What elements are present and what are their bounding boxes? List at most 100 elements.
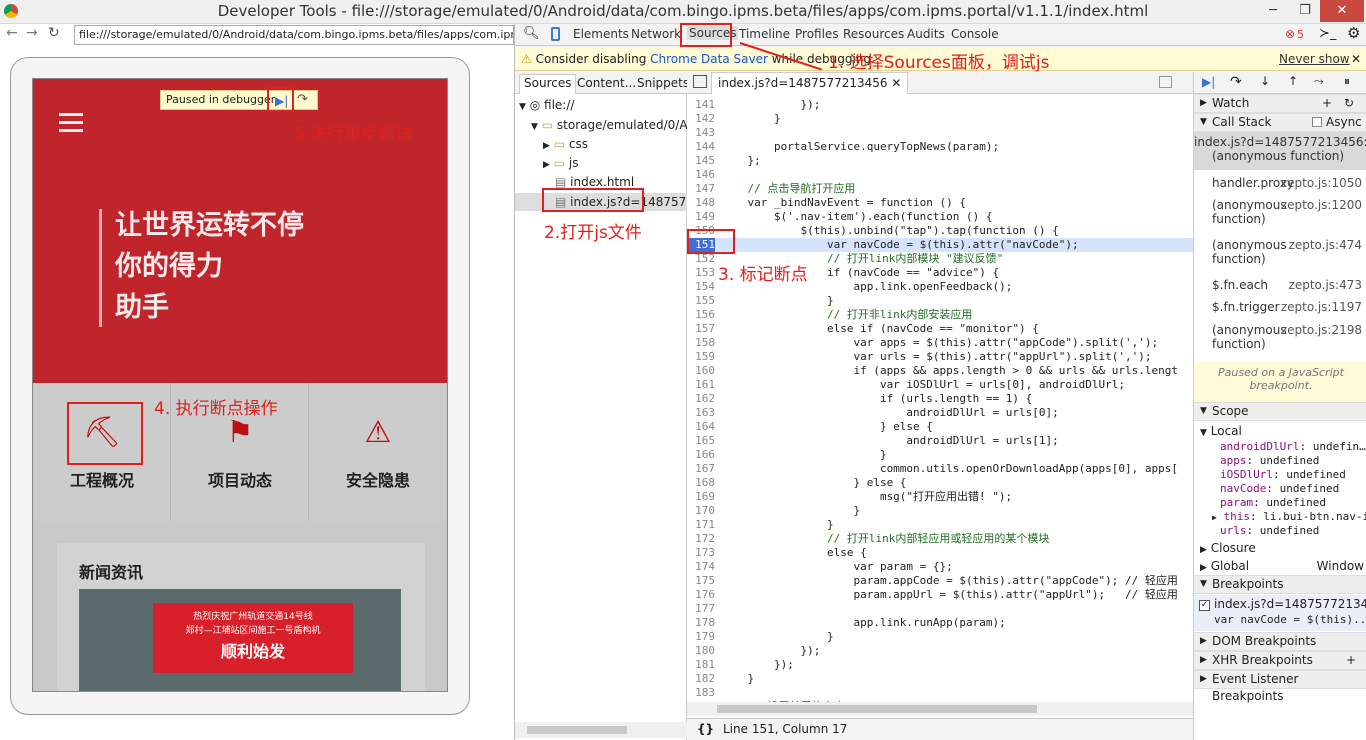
step-out-icon[interactable]: ↑ (1288, 74, 1298, 88)
code-hscrollbar[interactable] (687, 702, 1193, 716)
line-number[interactable]: 178 (687, 616, 715, 630)
code-line-breakpoint[interactable]: 151 var navCode = $(this).attr("navCode"… (687, 238, 1193, 252)
call-stack-section[interactable]: ▼ Call Stack Async (1194, 113, 1366, 132)
tab-elements[interactable]: Elements (573, 27, 629, 41)
line-number[interactable]: 175 (687, 574, 715, 588)
code-line[interactable]: 167 common.utils.openOrDownloadApp(apps[… (687, 462, 1193, 476)
line-number[interactable]: 147 (687, 182, 715, 196)
line-number[interactable]: 158 (687, 336, 715, 350)
code-line[interactable]: 169 msg("打开应用出错! "); (687, 490, 1193, 504)
breakpoint-checkbox[interactable]: ✓ (1199, 600, 1210, 611)
maximize-button[interactable]: ❐ (1288, 0, 1322, 22)
code-line[interactable]: 147 // 点击导航打开应用 (687, 182, 1193, 196)
line-number[interactable]: 145 (687, 154, 715, 168)
line-number[interactable]: 155 (687, 294, 715, 308)
breakpoint-item[interactable]: ✓ index.js?d=1487577213456... var navCod… (1194, 595, 1366, 631)
code-line[interactable]: 183 (687, 686, 1193, 700)
event-listener-breakpoints-section[interactable]: ▶ Event Listener Breakpoints (1194, 670, 1366, 703)
xhr-breakpoints-section[interactable]: ▶ XHR Breakpoints + (1194, 651, 1366, 670)
line-number[interactable]: 166 (687, 448, 715, 462)
never-show-link[interactable]: Never show (1279, 47, 1350, 71)
dom-breakpoints-section[interactable]: ▶ DOM Breakpoints (1194, 632, 1366, 651)
breakpoints-section[interactable]: ▼ Breakpoints (1194, 575, 1366, 594)
line-number[interactable]: 167 (687, 462, 715, 476)
toggle-debugger-icon[interactable] (1159, 76, 1172, 88)
line-number[interactable]: 177 (687, 602, 715, 616)
code-line[interactable]: 178 app.link.runApp(param); (687, 616, 1193, 630)
scope-var[interactable]: navCode: undefined (1220, 482, 1339, 495)
tree-file-html[interactable]: ▤ index.html (555, 175, 634, 189)
scope-section[interactable]: ▼ Scope (1194, 402, 1366, 421)
code-area[interactable]: 141 }); 142 } 143 144 portalService.queryTo… (687, 94, 1193, 712)
step-over-icon[interactable]: ↷ (297, 91, 308, 109)
code-line[interactable]: 179 } (687, 630, 1193, 644)
scope-var[interactable]: androidDlUrl: undefin… (1220, 440, 1366, 453)
search-icon[interactable]: 🔍︎ (523, 26, 540, 41)
console-drawer-icon[interactable]: ≻_ (1319, 26, 1336, 41)
line-number[interactable]: 154 (687, 280, 715, 294)
code-line[interactable]: 146 (687, 168, 1193, 182)
code-line[interactable]: 155 } (687, 294, 1193, 308)
line-number[interactable]: 161 (687, 378, 715, 392)
code-line[interactable]: 171 } (687, 518, 1193, 532)
close-button[interactable]: ✕ (1320, 0, 1364, 22)
line-number[interactable]: 173 (687, 546, 715, 560)
minimize-button[interactable]: ─ (1256, 0, 1290, 22)
line-number[interactable]: 183 (687, 686, 715, 700)
toggle-navigator-icon[interactable] (693, 75, 707, 88)
line-number[interactable]: 159 (687, 350, 715, 364)
line-number[interactable]: 149 (687, 210, 715, 224)
line-number[interactable]: 181 (687, 658, 715, 672)
code-line[interactable]: 181 }); (687, 658, 1193, 672)
line-number[interactable]: 148 (687, 196, 715, 210)
line-number[interactable]: 142 (687, 112, 715, 126)
call-frame[interactable]: (anonymous zepto.js:474 function) (1194, 238, 1366, 266)
line-number[interactable]: 168 (687, 476, 715, 490)
code-line[interactable]: 172 // 打开link内部轻应用或轻应用的某个模块 (687, 532, 1193, 546)
code-line[interactable]: 157 else if (navCode == "monitor") { (687, 322, 1193, 336)
line-number[interactable]: 182 (687, 672, 715, 686)
code-line[interactable]: 165 androidDlUrl = urls[1]; (687, 434, 1193, 448)
line-number[interactable]: 171 (687, 518, 715, 532)
code-line[interactable]: 141 }); (687, 98, 1193, 112)
code-line[interactable]: 173 else { (687, 546, 1193, 560)
data-saver-link[interactable]: Chrome Data Saver (650, 52, 768, 66)
code-line[interactable]: 145 }; (687, 154, 1193, 168)
scope-var[interactable]: param: undefined (1220, 496, 1326, 509)
tab-network[interactable]: Network (631, 27, 681, 41)
add-watch-icon[interactable]: + (1322, 95, 1332, 112)
scope-var[interactable]: ▶ this: li.bui-btn.nav-i (1212, 510, 1366, 523)
code-line[interactable]: 166 } (687, 448, 1193, 462)
tree-root[interactable]: ▼ ◎ file:// (519, 98, 574, 112)
code-line[interactable]: 150 $(this).unbind("tap").tap(function (… (687, 224, 1193, 238)
line-number[interactable]: 179 (687, 630, 715, 644)
nav-item-safety-hazards[interactable]: ⚠ 安全隐患 (309, 383, 447, 521)
code-line[interactable]: 162 if (urls.length == 1) { (687, 392, 1193, 406)
line-number[interactable]: 180 (687, 644, 715, 658)
line-number[interactable]: 146 (687, 168, 715, 182)
forward-icon[interactable]: → (26, 25, 38, 41)
nav-scrollbar[interactable] (515, 722, 687, 738)
nav-tab-snippets[interactable]: Snippets (637, 76, 689, 90)
refresh-watch-icon[interactable]: ↻ (1344, 95, 1354, 112)
url-input[interactable]: file:///storage/emulated/0/Android/data/… (74, 25, 514, 45)
code-line[interactable]: 159 var urls = $(this).attr("appUrl").sp… (687, 350, 1193, 364)
nav-tab-content-scripts[interactable]: Content... (577, 76, 636, 90)
back-icon[interactable]: ← (6, 25, 18, 41)
code-line[interactable]: 148 var _bindNavEvent = function () { (687, 196, 1193, 210)
pause-on-exceptions-icon[interactable]: ⏸ (1344, 74, 1350, 89)
code-line[interactable]: 164 } else { (687, 420, 1193, 434)
resume-icon[interactable]: ▶| (1202, 75, 1215, 89)
tab-console[interactable]: Console (951, 27, 999, 41)
call-frame[interactable]: (anonymous zepto.js:2198 function) (1194, 323, 1366, 351)
error-count[interactable]: 5 (1297, 28, 1304, 41)
call-frame[interactable]: $.fn.trigger zepto.js:1197 (1194, 300, 1366, 314)
line-number[interactable]: 143 (687, 126, 715, 140)
code-line[interactable]: 158 var apps = $(this).attr("appCode").s… (687, 336, 1193, 350)
line-number[interactable]: 153 (687, 266, 715, 280)
add-xhr-breakpoint-icon[interactable]: + (1346, 652, 1356, 669)
code-line[interactable]: 176 param.appUrl = $(this).attr("appUrl"… (687, 588, 1193, 602)
code-line[interactable]: 170 } (687, 504, 1193, 518)
watch-section[interactable]: ▶ Watch + ↻ (1194, 94, 1366, 113)
line-number[interactable]: 169 (687, 490, 715, 504)
